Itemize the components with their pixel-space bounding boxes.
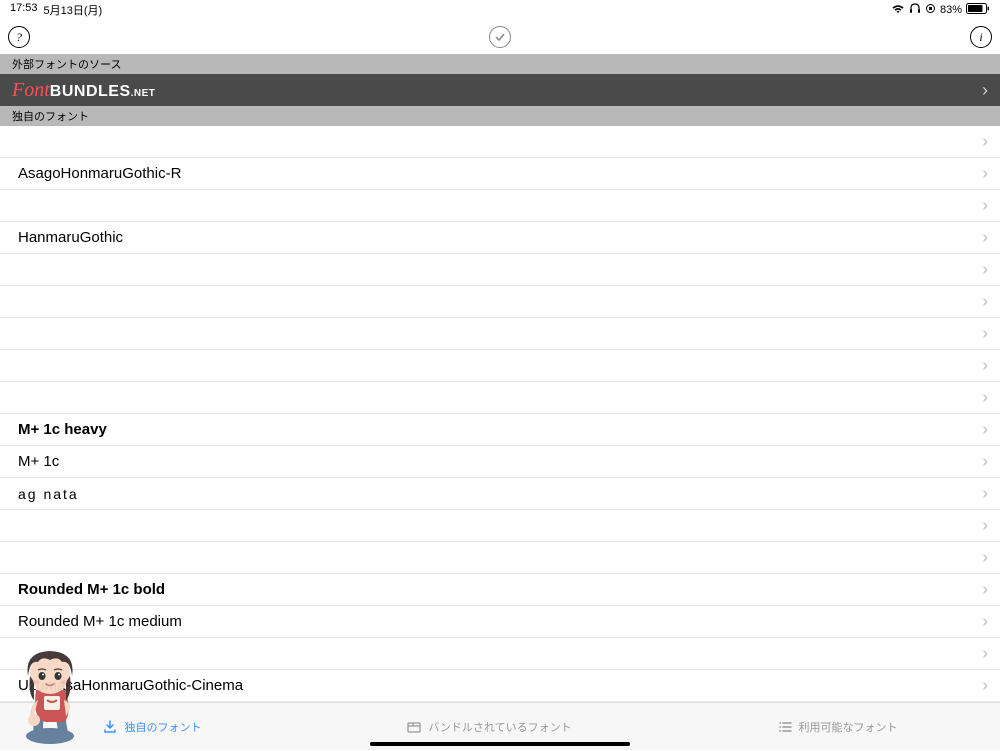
chevron-right-icon: › bbox=[982, 483, 988, 504]
tab-own-fonts[interactable]: 独自のフォント bbox=[102, 719, 201, 735]
tab-available-fonts[interactable]: 利用可能なフォント bbox=[777, 719, 898, 735]
font-row[interactable]: HanmaruGothic› bbox=[0, 222, 1000, 254]
font-name: Rounded M+ 1c bold bbox=[18, 581, 982, 598]
font-row[interactable]: UzumasaHonmaruGothic-Cinema› bbox=[0, 670, 1000, 702]
font-row[interactable]: › bbox=[0, 510, 1000, 542]
chevron-right-icon: › bbox=[982, 259, 988, 280]
fontbundles-banner[interactable]: FontBUNDLES.NET › bbox=[0, 74, 1000, 106]
section-header-external: 外部フォントのソース bbox=[0, 54, 1000, 74]
font-row[interactable]: › bbox=[0, 190, 1000, 222]
info-button[interactable]: i bbox=[970, 26, 992, 48]
status-time: 17:53 bbox=[10, 2, 38, 18]
approve-button[interactable] bbox=[489, 26, 511, 48]
chevron-right-icon: › bbox=[982, 547, 988, 568]
font-name: HanmaruGothic bbox=[18, 229, 982, 246]
font-name: Rounded M+ 1c medium bbox=[18, 613, 982, 630]
status-bar: 17:53 5月13日(月) 83% bbox=[0, 0, 1000, 20]
font-row[interactable]: › bbox=[0, 318, 1000, 350]
chevron-right-icon: › bbox=[982, 643, 988, 664]
headphone-icon bbox=[909, 3, 921, 18]
chevron-right-icon: › bbox=[982, 611, 988, 632]
font-name: AsagoHonmaruGothic-R bbox=[18, 165, 982, 182]
font-row[interactable]: AsagoHonmaruGothic-R› bbox=[0, 158, 1000, 190]
package-icon bbox=[406, 719, 422, 735]
font-row[interactable]: Rounded M+ 1c bold› bbox=[0, 574, 1000, 606]
font-row[interactable]: › bbox=[0, 286, 1000, 318]
chevron-right-icon: › bbox=[982, 355, 988, 376]
fontbundles-logo: FontBUNDLES.NET bbox=[12, 79, 155, 102]
font-row[interactable]: Rounded M+ 1c medium› bbox=[0, 606, 1000, 638]
tab-label: 利用可能なフォント bbox=[799, 719, 898, 735]
chevron-right-icon: › bbox=[982, 195, 988, 216]
font-row[interactable]: › bbox=[0, 126, 1000, 158]
section-header-own: 独自のフォント bbox=[0, 106, 1000, 126]
chevron-right-icon: › bbox=[982, 451, 988, 472]
chevron-right-icon: › bbox=[982, 675, 988, 696]
font-row[interactable]: › bbox=[0, 382, 1000, 414]
chevron-right-icon: › bbox=[982, 227, 988, 248]
battery-pct: 83% bbox=[940, 4, 962, 16]
character-avatar[interactable] bbox=[14, 646, 86, 746]
wifi-icon bbox=[891, 4, 905, 17]
chevron-right-icon: › bbox=[982, 163, 988, 184]
download-icon bbox=[102, 719, 118, 735]
font-name: M+ 1c bbox=[18, 453, 982, 470]
chevron-right-icon: › bbox=[982, 80, 988, 101]
font-row[interactable]: › bbox=[0, 254, 1000, 286]
chevron-right-icon: › bbox=[982, 419, 988, 440]
app-toolbar: ? i bbox=[0, 20, 1000, 54]
tab-bundled-fonts[interactable]: バンドルされているフォント bbox=[406, 719, 571, 735]
chevron-right-icon: › bbox=[982, 387, 988, 408]
chevron-right-icon: › bbox=[982, 131, 988, 152]
font-row[interactable]: M+ 1c heavy› bbox=[0, 414, 1000, 446]
list-icon bbox=[777, 719, 793, 735]
help-button[interactable]: ? bbox=[8, 26, 30, 48]
font-list: ›AsagoHonmaruGothic-R››HanmaruGothic››››… bbox=[0, 126, 1000, 712]
tab-label: 独自のフォント bbox=[124, 719, 201, 735]
home-indicator[interactable] bbox=[370, 742, 630, 746]
chevron-right-icon: › bbox=[982, 515, 988, 536]
font-row[interactable]: M+ 1c› bbox=[0, 446, 1000, 478]
battery-icon bbox=[966, 3, 990, 17]
rotation-lock-icon bbox=[925, 3, 936, 17]
chevron-right-icon: › bbox=[982, 579, 988, 600]
font-name: ag nata bbox=[18, 486, 982, 502]
status-date: 5月13日(月) bbox=[44, 2, 103, 18]
chevron-right-icon: › bbox=[982, 323, 988, 344]
font-name: M+ 1c heavy bbox=[18, 421, 982, 438]
font-row[interactable]: ag nata› bbox=[0, 478, 1000, 510]
tab-label: バンドルされているフォント bbox=[428, 719, 571, 735]
font-name: UzumasaHonmaruGothic-Cinema bbox=[18, 677, 982, 694]
chevron-right-icon: › bbox=[982, 291, 988, 312]
font-row[interactable]: › bbox=[0, 638, 1000, 670]
font-row[interactable]: › bbox=[0, 542, 1000, 574]
font-row[interactable]: › bbox=[0, 350, 1000, 382]
